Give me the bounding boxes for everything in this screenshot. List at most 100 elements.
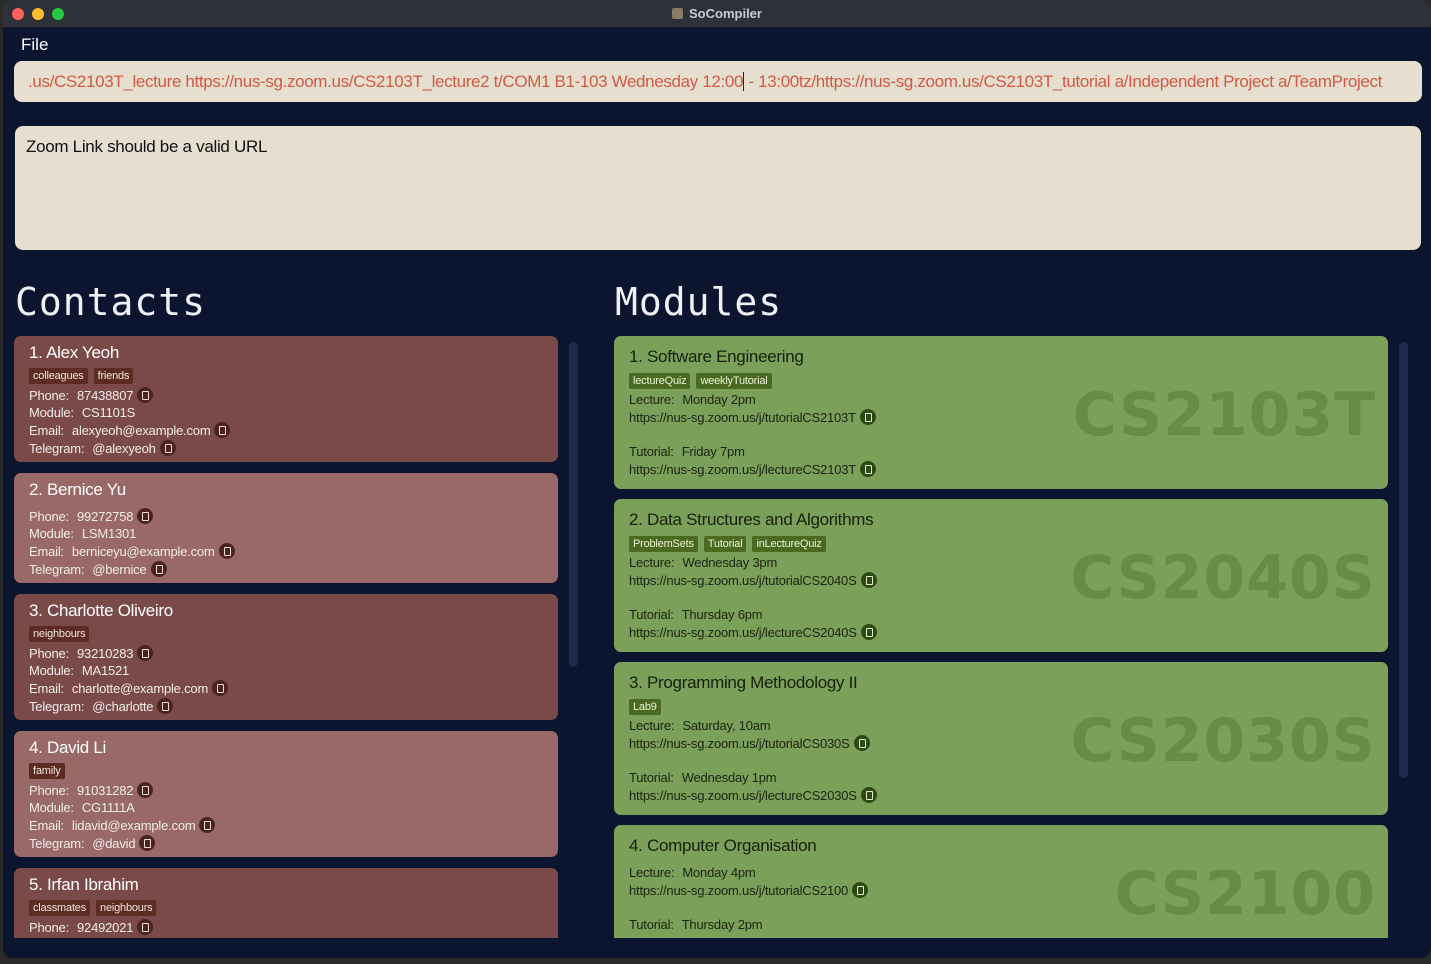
contact-name: 3. Charlotte Oliveiro (29, 601, 173, 620)
module-label: Module: (29, 405, 74, 420)
email-label: Email: (29, 681, 64, 696)
module-value: CS1101S (81, 405, 136, 420)
tutorial-link-value[interactable]: https://nus-sg.zoom.us/j/lectureCS2040S (629, 625, 857, 640)
lecture-time-value: Monday 2pm (682, 392, 756, 407)
contacts-list[interactable]: 1. Alex Yeoh colleagues friends Phone: 874… (14, 336, 560, 938)
contact-telegram: Telegram: @charlotte (29, 698, 174, 714)
tag: neighbours (29, 626, 90, 642)
copy-icon[interactable] (159, 440, 176, 456)
window-title: SoCompiler (689, 6, 762, 21)
contact-email: Email: alexyeoh@example.com (29, 422, 231, 438)
lecture-label: Lecture: (629, 555, 675, 570)
modules-scrollbar[interactable] (1399, 342, 1408, 778)
lecture-link: https://nus-sg.zoom.us/j/tutorialCS030S (629, 735, 870, 751)
contact-card[interactable]: 2. Bernice Yu Phone: 99272758 Module: LSM1… (14, 473, 558, 583)
phone-value: 87438807 (77, 388, 134, 403)
copy-icon[interactable] (212, 680, 229, 696)
command-text[interactable]: .us/CS2103T_lecture https://nus-sg.zoom.… (28, 72, 1408, 92)
lecture-link-value[interactable]: https://nus-sg.zoom.us/j/tutorialCS2100 (629, 883, 848, 898)
contact-module: Module: LSM1301 (29, 526, 136, 541)
copy-icon[interactable] (137, 645, 154, 661)
app-window: SoCompiler File .us/CS2103T_lecture http… (3, 0, 1431, 958)
module-code: CS2040S (1070, 543, 1376, 613)
modules-heading: Modules (615, 280, 783, 324)
lecture-link-value[interactable]: https://nus-sg.zoom.us/j/tutorialCS2103T (629, 410, 856, 425)
contact-card[interactable]: 3. Charlotte Oliveiro neighbours Phone: 9… (14, 594, 558, 720)
module-value: LSM1301 (81, 526, 137, 541)
module-card[interactable]: CS2100 4. Computer Organisation Lecture:… (614, 825, 1388, 938)
contact-telegram: Telegram: @bernice (29, 561, 167, 577)
contact-phone: Phone: 99272758 (29, 508, 154, 524)
contact-card[interactable]: 1. Alex Yeoh colleagues friends Phone: 874… (14, 336, 558, 462)
copy-icon[interactable] (852, 882, 869, 898)
module-name: 4. Computer Organisation (629, 836, 817, 855)
contacts-scrollbar[interactable] (569, 342, 578, 667)
copy-icon[interactable] (137, 919, 154, 935)
lecture-time: Lecture: Saturday, 10am (629, 718, 771, 733)
contact-name: 2. Bernice Yu (29, 480, 126, 499)
contact-module: Module: MA1521 (29, 663, 129, 678)
module-label: Module: (29, 800, 74, 815)
contact-email: Email: lidavid@example.com (29, 817, 216, 833)
contact-telegram: Telegram: @alexyeoh (29, 440, 176, 456)
modules-list[interactable]: CS2103T 1. Software Engineering lectureQ… (614, 336, 1390, 938)
contact-phone: Phone: 91031282 (29, 782, 154, 798)
copy-icon[interactable] (853, 735, 870, 751)
module-value: CG1111A (81, 800, 135, 815)
contact-module: Module: CG1111A (29, 800, 135, 815)
email-value: lidavid@example.com (71, 818, 196, 833)
module-card[interactable]: CS2040S 2. Data Structures and Algorithm… (614, 499, 1388, 652)
phone-label: Phone: (29, 509, 70, 524)
lecture-time: Lecture: Wednesday 3pm (629, 555, 777, 570)
telegram-value: @david (92, 836, 136, 851)
lecture-link-value[interactable]: https://nus-sg.zoom.us/j/tutorialCS030S (629, 736, 850, 751)
email-value: berniceyu@example.com (71, 544, 215, 559)
lecture-link-value[interactable]: https://nus-sg.zoom.us/j/tutorialCS2040S (629, 573, 857, 588)
lecture-time: Lecture: Monday 4pm (629, 865, 756, 880)
tutorial-label: Tutorial: (629, 607, 674, 622)
tutorial-link-value[interactable]: https://nus-sg.zoom.us/j/lectureCS2030S (629, 788, 857, 803)
copy-icon[interactable] (218, 543, 235, 559)
command-value-after-caret: - 13:00tz/https://nus-sg.zoom.us/CS2103T… (744, 72, 1383, 91)
phone-label: Phone: (29, 920, 70, 935)
copy-icon[interactable] (157, 698, 174, 714)
tag: neighbours (96, 900, 157, 916)
command-input[interactable]: .us/CS2103T_lecture https://nus-sg.zoom.… (14, 61, 1422, 102)
copy-icon[interactable] (860, 787, 877, 803)
menu-file[interactable]: File (21, 35, 48, 55)
module-name: 1. Software Engineering (629, 347, 804, 366)
module-card[interactable]: CS2103T 1. Software Engineering lectureQ… (614, 336, 1388, 489)
tutorial-time: Tutorial: Thursday 2pm (629, 917, 763, 932)
module-tags: lectureQuiz weeklyTutorial (629, 371, 778, 389)
copy-icon[interactable] (137, 387, 154, 403)
contact-email: Email: berniceyu@example.com (29, 543, 235, 559)
telegram-label: Telegram: (29, 836, 85, 851)
copy-icon[interactable] (860, 624, 877, 640)
contact-tags: classmates neighbours (29, 898, 162, 916)
copy-icon[interactable] (860, 461, 877, 477)
copy-icon[interactable] (860, 572, 877, 588)
copy-icon[interactable] (139, 835, 156, 851)
copy-icon[interactable] (137, 782, 154, 798)
copy-icon[interactable] (137, 508, 154, 524)
contact-card[interactable]: 4. David Li family Phone: 91031282 Module… (14, 731, 558, 857)
copy-icon[interactable] (199, 817, 216, 833)
copy-icon[interactable] (859, 409, 876, 425)
contact-tags: family (29, 761, 71, 779)
tutorial-link-value[interactable]: https://nus-sg.zoom.us/j/lectureCS2103T (629, 462, 856, 477)
tutorial-link: https://nus-sg.zoom.us/j/lectureCS2040S (629, 624, 877, 640)
lecture-time: Lecture: Monday 2pm (629, 392, 756, 407)
command-value: .us/CS2103T_lecture https://nus-sg.zoom.… (28, 72, 744, 91)
tag: friends (93, 368, 134, 384)
contact-name: 1. Alex Yeoh (29, 343, 119, 362)
lecture-label: Lecture: (629, 718, 675, 733)
contact-module: Module: CS1101S (29, 405, 135, 420)
phone-label: Phone: (29, 388, 70, 403)
copy-icon[interactable] (214, 422, 231, 438)
menu-bar: File (3, 29, 1431, 59)
lecture-link: https://nus-sg.zoom.us/j/tutorialCS2040S (629, 572, 877, 588)
copy-icon[interactable] (150, 561, 167, 577)
window-title-wrap: SoCompiler (3, 6, 1431, 21)
contact-card[interactable]: 5. Irfan Ibrahim classmates neighbours Ph… (14, 868, 558, 938)
module-card[interactable]: CS2030S 3. Programming Methodology II La… (614, 662, 1388, 815)
